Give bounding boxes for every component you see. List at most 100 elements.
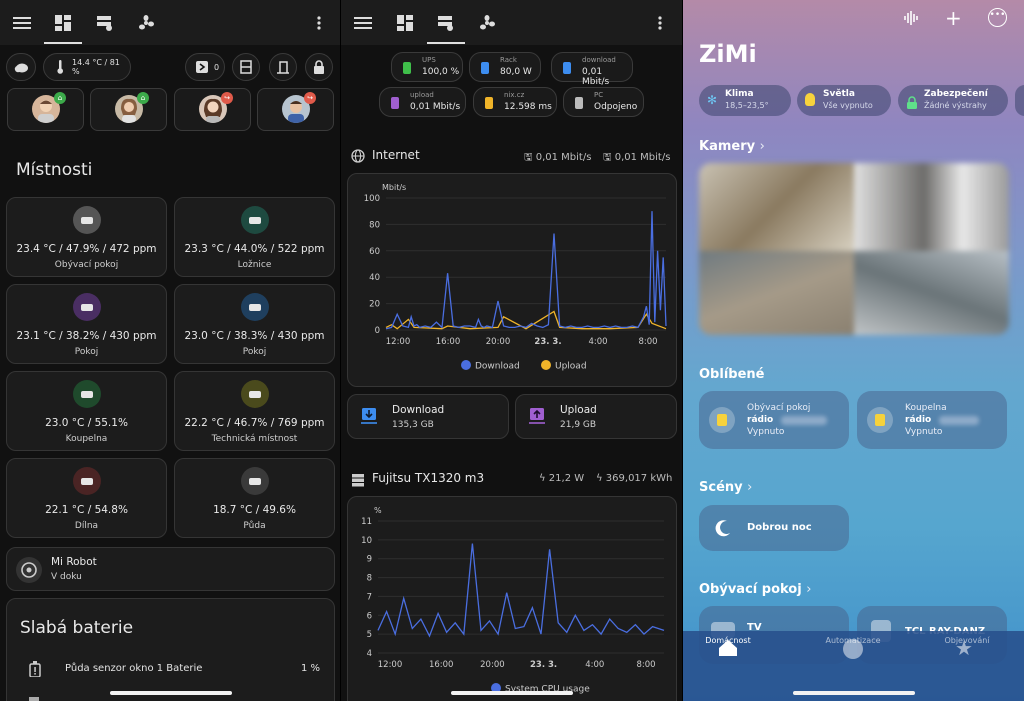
lights-pill[interactable]: Světla Vše vypnuto xyxy=(797,85,891,116)
room-card[interactable]: 22.2 °C / 46.7% / 769 ppm Technická místn… xyxy=(174,371,335,451)
favorite-radio-living-room[interactable]: Obývací pokoj rádio Vypnuto xyxy=(699,391,849,449)
security-pill[interactable]: Zabezpečení Žádné výstrahy xyxy=(898,85,1008,116)
top-app-bar xyxy=(341,0,682,45)
tab-discover[interactable]: Objevování xyxy=(922,636,1012,645)
internet-upload-rate: 🖫 0,01 Mbit/s xyxy=(603,150,670,167)
tab-home[interactable]: Domácnost xyxy=(683,636,773,645)
battery-item-name[interactable]: Půda senzor okno 1 Baterie xyxy=(65,663,202,674)
cloud-icon xyxy=(13,59,29,75)
server-power-value: 21,2 W xyxy=(548,473,585,484)
server-tab-icon[interactable] xyxy=(94,12,116,34)
room-name: Pokoj xyxy=(74,347,99,357)
status-chip-value: 0,01 Mbit/s xyxy=(410,102,461,112)
y-tick-label: 7 xyxy=(367,592,372,602)
menu-icon[interactable] xyxy=(352,12,374,34)
person-card[interactable]: ↪ xyxy=(174,88,251,131)
camera-preview[interactable] xyxy=(854,163,1009,251)
camera-preview[interactable] xyxy=(699,163,854,251)
download-total-card[interactable]: Download 135,3 GB xyxy=(347,394,509,439)
server-tab-icon[interactable] xyxy=(435,12,457,34)
camera-preview-grid[interactable] xyxy=(699,163,1009,335)
upload-rate-icon: 🖫 xyxy=(603,152,612,163)
scene-good-night[interactable]: Dobrou noc xyxy=(699,505,849,551)
status-chip[interactable]: PC Odpojeno xyxy=(563,87,644,117)
status-chip[interactable]: upload 0,01 Mbit/s xyxy=(379,87,466,117)
door-chip[interactable]: 0 xyxy=(185,53,225,81)
lock-icon xyxy=(311,59,327,75)
fav1-room: Obývací pokoj xyxy=(747,403,811,413)
camera-preview[interactable] xyxy=(854,251,1009,335)
gate-chip[interactable] xyxy=(232,53,260,81)
room-values: 23.3 °C / 44.0% / 522 ppm xyxy=(184,243,325,255)
voice-waveform-icon[interactable] xyxy=(903,10,919,30)
add-icon[interactable]: + xyxy=(945,8,962,28)
camera-preview[interactable] xyxy=(699,251,854,335)
fav1-status: Vypnuto xyxy=(747,427,785,437)
y-tick-label: 80 xyxy=(369,220,380,230)
battery-icon xyxy=(29,697,39,701)
room-card[interactable]: 22.1 °C / 54.8% Dílna xyxy=(6,458,167,538)
status-chip-label: UPS xyxy=(422,56,436,64)
dashboard-tab-icon[interactable] xyxy=(394,12,416,34)
y-tick-label: 9 xyxy=(367,555,372,565)
redacted-text xyxy=(781,416,827,425)
network-traffic-chart: Mbit/s100 80 60 40 20 0 12:00 16:00 20:00 23. 3. 4… xyxy=(364,183,667,372)
room-name: Pokoj xyxy=(242,347,267,357)
robot-vacuum-card[interactable]: Mi Robot V doku xyxy=(6,547,335,591)
server-energy: ϟ 369,017 kWh xyxy=(596,473,672,484)
person-card[interactable]: ⌂ xyxy=(7,88,84,131)
room-card[interactable]: 18.7 °C / 49.6% Půda xyxy=(174,458,335,538)
status-chip[interactable]: download 0,01 Mbit/s xyxy=(551,52,633,87)
more-vert-icon[interactable] xyxy=(308,12,330,34)
more-pill[interactable] xyxy=(1015,85,1024,116)
internet-upload-value: 0,01 Mbit/s xyxy=(614,152,671,163)
scenes-section-title[interactable]: Scény › xyxy=(699,480,752,495)
dashboard-tab-icon[interactable] xyxy=(52,12,74,34)
more-vert-icon[interactable] xyxy=(649,12,671,34)
tab-automation[interactable]: Automatizace xyxy=(808,636,898,645)
living-room-section-title[interactable]: Obývací pokoj › xyxy=(699,582,811,597)
status-chip[interactable]: nix.cz 12.598 ms xyxy=(473,87,557,117)
room-card[interactable]: 23.3 °C / 44.0% / 522 ppm Ložnice xyxy=(174,197,335,277)
room-name: Technická místnost xyxy=(211,434,298,444)
room-card[interactable]: 23.0 °C / 38.3% / 430 ppm Pokoj xyxy=(174,284,335,364)
home-title: ZiMi xyxy=(699,40,757,68)
climate-pill-sub: 18,5–23,5° xyxy=(725,101,769,110)
status-chip[interactable]: UPS 100,0 % xyxy=(391,52,463,82)
person-card[interactable]: ↪ xyxy=(257,88,334,131)
favorite-radio-bathroom[interactable]: Koupelna rádio Vypnuto xyxy=(857,391,1007,449)
weather-chip[interactable] xyxy=(6,53,36,81)
legend-marker xyxy=(541,360,551,370)
temperature-chip-text: 14.4 °C / 81 % xyxy=(71,58,120,76)
more-options-icon[interactable]: ••• xyxy=(988,8,1007,27)
cpu-chart-card[interactable]: % 11 10 9 8 7 6 5 4 12:00 16:00 20:00 23. 3. 4:00 8:00… xyxy=(347,496,677,701)
room-icon xyxy=(241,467,269,495)
status-chip[interactable]: Rack 80,0 W xyxy=(469,52,541,82)
climate-pill[interactable]: ✻ Klima 18,5–23,5° xyxy=(699,85,791,116)
room-card[interactable]: 23.0 °C / 55.1% Koupelna xyxy=(6,371,167,451)
lock-chip[interactable] xyxy=(305,53,333,81)
y-axis-label: Mbit/s xyxy=(382,183,406,192)
x-tick-label: 12:00 xyxy=(378,660,403,670)
cameras-section-title[interactable]: Kamery › xyxy=(699,139,765,154)
garage-chip[interactable] xyxy=(269,53,297,81)
lightbulb-icon xyxy=(805,93,815,106)
y-tick-label: 100 xyxy=(364,194,380,204)
person-card[interactable]: ⌂ xyxy=(90,88,167,131)
menu-icon[interactable] xyxy=(11,12,33,34)
server-energy-value: 369,017 kWh xyxy=(605,473,673,484)
chevron-box-icon xyxy=(194,59,210,75)
fav2-status: Vypnuto xyxy=(905,427,943,437)
room-card[interactable]: 23.1 °C / 38.2% / 430 ppm Pokoj xyxy=(6,284,167,364)
security-pill-title: Zabezpečení xyxy=(924,89,988,99)
upload-total-card[interactable]: Upload 21,9 GB xyxy=(515,394,677,439)
favorites-section-title: Oblíbené xyxy=(699,367,765,382)
room-card[interactable]: 23.4 °C / 47.9% / 472 ppm Obývací pokoj xyxy=(6,197,167,277)
temperature-chip[interactable]: 14.4 °C / 81 % xyxy=(43,53,131,81)
network-chart-card[interactable]: Mbit/s 100 80 60 40 20 0 12:00 16:00 20:00 23. 3. 4… xyxy=(347,173,677,387)
lights-pill-sub: Vše vypnuto xyxy=(823,101,873,110)
download-total-label: Download xyxy=(392,404,445,416)
fan-tab-icon[interactable] xyxy=(476,12,498,34)
fan-tab-icon[interactable] xyxy=(135,12,157,34)
flash-icon: ϟ xyxy=(539,473,546,484)
